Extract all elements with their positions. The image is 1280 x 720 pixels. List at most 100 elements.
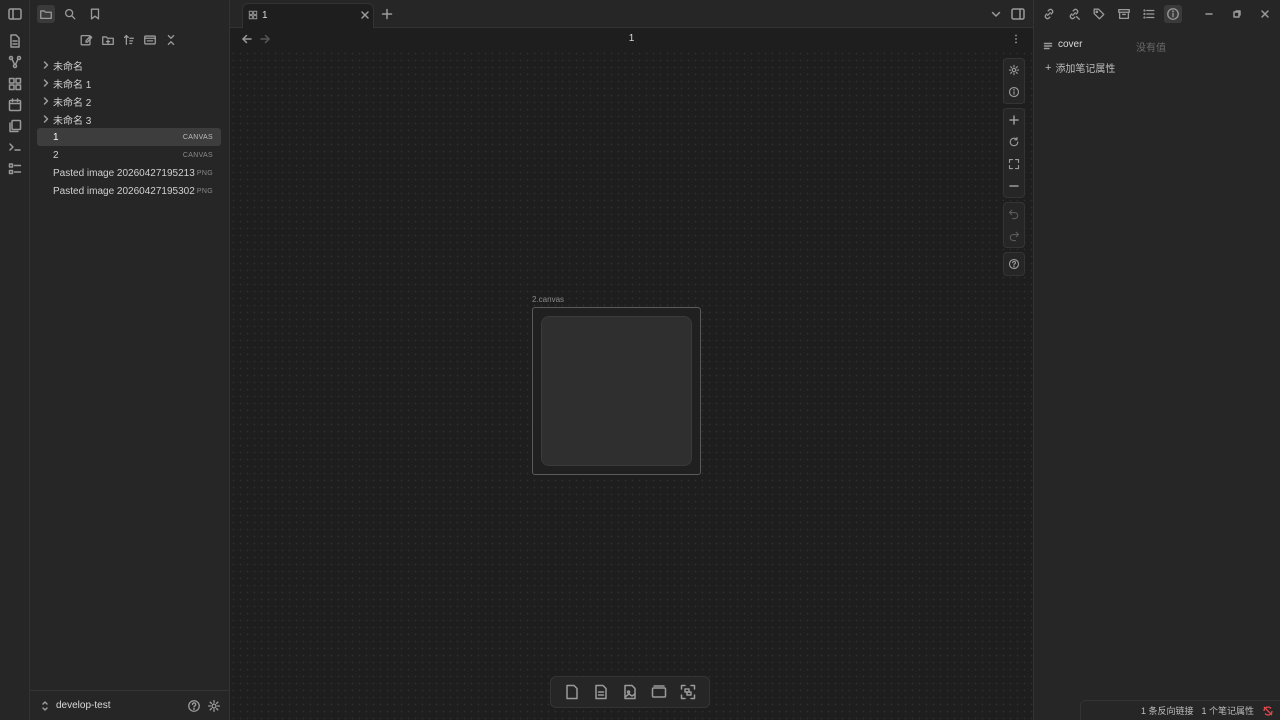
tree-item-label: Pasted image 20260427195302 (53, 185, 195, 197)
add-group-button[interactable] (650, 683, 668, 701)
add-property-label: 添加笔记属性 (1055, 64, 1116, 75)
status-bar: 1 条反向链接 1 个笔记属性 (1080, 700, 1280, 720)
graph-view-icon[interactable] (7, 54, 23, 70)
folder-plus-icon (102, 36, 114, 46)
node-label: 2.canvas (532, 295, 565, 304)
zoom-to-fit-button[interactable] (1004, 153, 1024, 175)
tags-tab[interactable] (1090, 5, 1108, 23)
chevron-right-icon (43, 79, 49, 87)
backlinks-count[interactable]: 1 条反向链接 (1141, 704, 1194, 717)
vault-bar: develop-test (30, 690, 230, 720)
new-folder-button[interactable] (101, 33, 117, 49)
add-card-button[interactable] (563, 683, 581, 701)
gear-icon (1008, 64, 1020, 76)
new-note-icon[interactable] (7, 33, 23, 49)
restore-icon (1233, 10, 1241, 18)
toggle-right-sidebar-button[interactable] (1010, 6, 1026, 22)
sync-status[interactable] (1262, 705, 1274, 717)
canvas-settings-button[interactable] (1004, 59, 1024, 81)
tree-folder[interactable]: 未命名 3 (37, 110, 221, 128)
restore-button[interactable] (1228, 5, 1246, 23)
property-value-input[interactable]: 没有值 (1136, 39, 1166, 54)
ribbon (0, 0, 30, 720)
tree-item-label: 2 (53, 149, 59, 161)
list-icon (1143, 9, 1155, 19)
auto-reveal-button[interactable] (143, 33, 159, 49)
tree-item-label: 未命名 1 (53, 79, 92, 91)
search-tab[interactable] (61, 5, 79, 23)
toggle-left-sidebar-icon[interactable] (7, 6, 23, 22)
tab-1[interactable]: 1 (242, 3, 374, 28)
card-icon (565, 684, 578, 700)
zoom-in-button[interactable] (1004, 109, 1024, 131)
canvas-area[interactable]: 2.canvas (230, 50, 1033, 720)
redo-button[interactable] (1004, 225, 1024, 247)
more-vertical-icon (1015, 34, 1017, 44)
files-tab[interactable] (37, 5, 55, 23)
tag-icon (1093, 8, 1105, 20)
tree-folder[interactable]: 未命名 2 (37, 92, 221, 110)
plus-icon (381, 8, 393, 20)
bookmark-icon (90, 8, 100, 20)
close-icon[interactable] (360, 10, 370, 20)
sidebar-right-icon (1011, 8, 1025, 20)
add-note-button[interactable] (592, 683, 610, 701)
help-icon (188, 700, 200, 712)
bookmarks-tab[interactable] (86, 5, 104, 23)
tab-title: 1 (262, 10, 268, 21)
more-options-button[interactable] (1010, 33, 1022, 45)
vault-switcher[interactable]: develop-test (56, 700, 110, 711)
command-palette-icon[interactable] (7, 161, 23, 177)
tree-file[interactable]: 1 CANVAS (37, 128, 221, 146)
tree-item-label: 1 (53, 131, 59, 143)
settings-button[interactable] (207, 699, 221, 713)
canvas-settings-group (1003, 58, 1025, 104)
help-button[interactable] (187, 699, 201, 713)
tree-file[interactable]: Pasted image 20260427195302 PNG (37, 182, 221, 200)
new-tab-button[interactable] (381, 8, 393, 20)
backlinks-tab[interactable] (1065, 5, 1083, 23)
info-icon (1008, 86, 1020, 98)
tree-item-label: 未命名 2 (53, 97, 92, 109)
templates-icon[interactable] (7, 118, 23, 134)
new-note-button[interactable] (79, 33, 95, 49)
tab-list-button[interactable] (990, 8, 1002, 20)
minimize-button[interactable] (1200, 5, 1218, 23)
add-web-page-button[interactable] (679, 683, 697, 701)
archive-tab[interactable] (1115, 5, 1133, 23)
tree-file[interactable]: Pasted image 20260427195213 PNG (37, 164, 221, 182)
tree-folder[interactable]: 未命名 1 (37, 74, 221, 92)
canvas-help-button[interactable] (1004, 253, 1024, 275)
calendar-icon[interactable] (7, 97, 23, 113)
outline-tab[interactable] (1140, 5, 1158, 23)
property-name[interactable]: cover (1058, 39, 1082, 50)
collapse-all-button[interactable] (164, 33, 180, 49)
minimize-icon (1205, 13, 1213, 15)
backlink-icon (1069, 8, 1080, 20)
file-text-icon (595, 684, 607, 700)
properties-count[interactable]: 1 个笔记属性 (1201, 704, 1254, 717)
canvas-icon[interactable] (7, 76, 23, 92)
tree-folder[interactable]: 未命名 (37, 56, 221, 74)
sort-button[interactable] (122, 33, 138, 49)
tree-item-label: 未命名 3 (53, 115, 92, 127)
file-type-badge: CANVAS (182, 151, 213, 159)
view-header: 1 (230, 28, 1033, 50)
add-media-button[interactable] (621, 683, 639, 701)
canvas-node[interactable] (532, 307, 701, 475)
zoom-out-button[interactable] (1004, 175, 1024, 197)
terminal-icon[interactable] (7, 139, 23, 155)
undo-button[interactable] (1004, 203, 1024, 225)
add-property-button[interactable]: + 添加笔记属性 (1045, 60, 1116, 76)
canvas-info-button[interactable] (1004, 81, 1024, 103)
undo-icon (1008, 209, 1019, 220)
property-row[interactable]: cover 没有值 (1043, 38, 1271, 54)
tree-file[interactable]: 2 CANVAS (37, 146, 221, 164)
right-sidebar: cover 没有值 + 添加笔记属性 (1033, 0, 1280, 720)
close-window-button[interactable] (1256, 5, 1274, 23)
card-toolbar (550, 676, 710, 708)
outgoing-links-tab[interactable] (1040, 5, 1058, 23)
view-title[interactable]: 1 (230, 33, 1033, 44)
file-properties-tab[interactable] (1164, 5, 1182, 23)
reset-zoom-button[interactable] (1004, 131, 1024, 153)
